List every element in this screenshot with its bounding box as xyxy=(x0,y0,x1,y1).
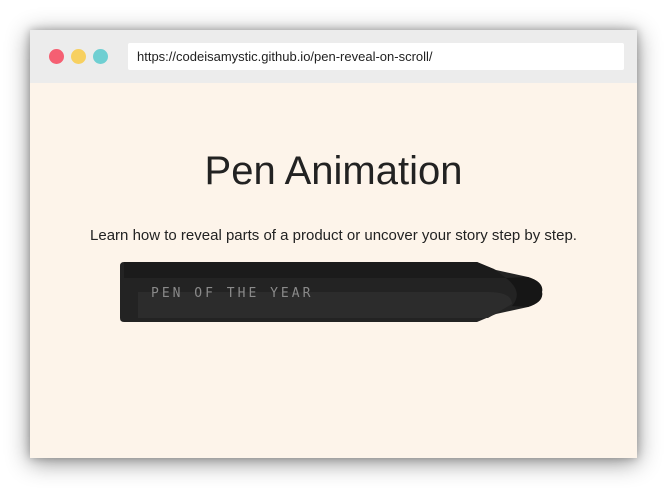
maximize-window-dot[interactable] xyxy=(93,49,108,64)
close-window-dot[interactable] xyxy=(49,49,64,64)
address-bar-url: https://codeisamystic.github.io/pen-reve… xyxy=(137,49,433,64)
pen-top-band xyxy=(124,262,506,278)
browser-titlebar: https://codeisamystic.github.io/pen-reve… xyxy=(30,30,637,83)
page-content: Pen Animation Learn how to reveal parts … xyxy=(30,83,637,458)
screenshot-stage: https://codeisamystic.github.io/pen-reve… xyxy=(0,0,667,488)
pen-label: PEN OF THE YEAR xyxy=(151,286,313,301)
minimize-window-dot[interactable] xyxy=(71,49,86,64)
pen-image: PEN OF THE YEAR xyxy=(120,262,543,322)
page-title: Pen Animation xyxy=(204,149,463,193)
address-bar[interactable]: https://codeisamystic.github.io/pen-reve… xyxy=(128,43,624,70)
page-subtitle: Learn how to reveal parts of a product o… xyxy=(90,227,577,244)
browser-window: https://codeisamystic.github.io/pen-reve… xyxy=(30,30,637,458)
